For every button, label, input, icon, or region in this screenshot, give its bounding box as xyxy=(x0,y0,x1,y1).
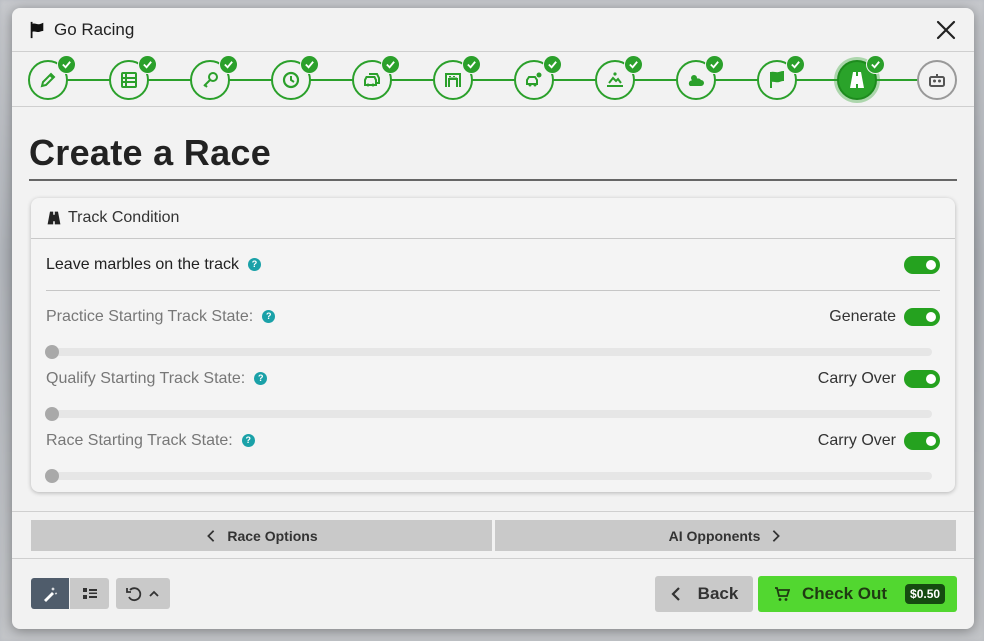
step-garage[interactable] xyxy=(433,55,481,100)
garage-icon xyxy=(445,73,461,87)
practice-toggle[interactable] xyxy=(904,308,940,326)
list-mode-button[interactable] xyxy=(70,578,109,609)
check-icon xyxy=(219,55,238,74)
qualify-value: Carry Over xyxy=(817,370,896,387)
road-icon xyxy=(850,72,864,88)
track-condition-card: Track Condition Leave marbles on the tra… xyxy=(31,198,955,492)
step-robot[interactable] xyxy=(917,60,957,100)
step-navigation: Race Options AI Opponents xyxy=(12,511,974,559)
qualify-toggle[interactable] xyxy=(904,370,940,388)
chevron-right-icon xyxy=(773,529,781,542)
price-badge: $0.50 xyxy=(905,584,946,604)
help-icon[interactable]: ? xyxy=(248,257,261,271)
checkout-label: Check Out xyxy=(802,584,888,603)
title-divider xyxy=(29,179,957,181)
back-button[interactable]: Back xyxy=(655,576,753,612)
window-title: Go Racing xyxy=(54,19,135,39)
chevron-left-icon xyxy=(207,529,215,542)
undo-icon xyxy=(126,586,142,601)
check-icon xyxy=(300,55,319,74)
step-list[interactable] xyxy=(109,55,157,100)
practice-slider[interactable] xyxy=(45,345,932,359)
slider-knob[interactable] xyxy=(45,345,59,359)
create-race-dialog: Go Racing Create a Race Track Condition … xyxy=(12,8,974,629)
step-weather[interactable] xyxy=(676,55,724,100)
landscape-icon xyxy=(607,72,623,87)
help-icon[interactable]: ? xyxy=(262,309,276,323)
footer: Back Check Out $0.50 xyxy=(12,560,974,629)
marbles-toggle[interactable] xyxy=(904,256,940,274)
road-icon xyxy=(47,211,61,225)
checkout-button[interactable]: Check Out $0.50 xyxy=(758,576,957,612)
check-icon xyxy=(462,55,481,74)
step-landscape[interactable] xyxy=(595,55,643,100)
chevron-up-icon xyxy=(149,590,159,597)
flag-icon xyxy=(770,70,784,88)
list-icon xyxy=(121,72,137,88)
pencil-icon xyxy=(40,72,56,88)
practice-row: Practice Starting Track State: ? Generat… xyxy=(46,308,940,326)
prev-step-label: Race Options xyxy=(227,527,318,544)
step-road[interactable] xyxy=(837,55,885,100)
card-header: Track Condition xyxy=(31,198,955,239)
list-view-icon xyxy=(82,587,97,599)
marbles-label: Leave marbles on the track xyxy=(46,256,239,273)
qualify-slider[interactable] xyxy=(45,407,932,421)
check-icon xyxy=(57,55,76,74)
race-toggle[interactable] xyxy=(904,432,940,450)
chevron-left-icon xyxy=(671,587,680,601)
check-icon xyxy=(138,55,157,74)
cars-icon xyxy=(364,73,380,87)
step-key[interactable] xyxy=(190,55,238,100)
check-icon xyxy=(543,55,562,74)
check-icon xyxy=(381,55,400,74)
step-cars[interactable] xyxy=(352,55,400,100)
next-step-button[interactable]: AI Opponents xyxy=(495,520,956,551)
title-bar: Go Racing xyxy=(12,8,974,52)
marbles-row: Leave marbles on the track ? xyxy=(46,256,940,274)
section-divider xyxy=(46,290,940,291)
step-clock[interactable] xyxy=(271,55,319,100)
clock-icon xyxy=(282,71,300,89)
page-title: Create a Race xyxy=(29,132,272,173)
car-settings-icon xyxy=(526,72,542,87)
race-row: Race Starting Track State: ? Carry Over xyxy=(46,432,940,450)
check-icon xyxy=(866,55,885,74)
race-label: Race Starting Track State: xyxy=(46,432,233,449)
step-pencil[interactable] xyxy=(28,55,76,100)
robot-icon xyxy=(929,74,945,87)
check-icon xyxy=(786,55,805,74)
back-label: Back xyxy=(697,584,739,603)
check-icon xyxy=(705,55,724,74)
weather-icon xyxy=(688,75,704,86)
practice-label: Practice Starting Track State: xyxy=(46,308,254,325)
qualify-row: Qualify Starting Track State: ? Carry Ov… xyxy=(46,370,940,388)
help-icon[interactable]: ? xyxy=(241,433,255,447)
race-slider[interactable] xyxy=(45,469,932,483)
step-car-settings[interactable] xyxy=(514,55,562,100)
race-value: Carry Over xyxy=(817,432,896,449)
card-title: Track Condition xyxy=(68,209,180,226)
cart-icon xyxy=(775,587,790,601)
close-icon[interactable] xyxy=(934,18,958,42)
slider-knob[interactable] xyxy=(45,407,59,421)
step-flag[interactable] xyxy=(757,55,805,100)
practice-value: Generate xyxy=(829,308,896,325)
prev-step-button[interactable]: Race Options xyxy=(31,520,492,551)
steps-line xyxy=(48,79,938,81)
undo-button[interactable] xyxy=(116,578,170,609)
slider-knob[interactable] xyxy=(45,469,59,483)
wizard-mode-button[interactable] xyxy=(31,578,69,609)
help-icon[interactable]: ? xyxy=(254,371,268,385)
key-icon xyxy=(203,72,218,88)
check-icon xyxy=(624,55,643,74)
next-step-label: AI Opponents xyxy=(668,527,761,544)
flag-icon xyxy=(30,21,44,38)
magic-wand-icon xyxy=(44,586,58,602)
wizard-steps xyxy=(12,52,974,107)
qualify-label: Qualify Starting Track State: xyxy=(46,370,246,387)
